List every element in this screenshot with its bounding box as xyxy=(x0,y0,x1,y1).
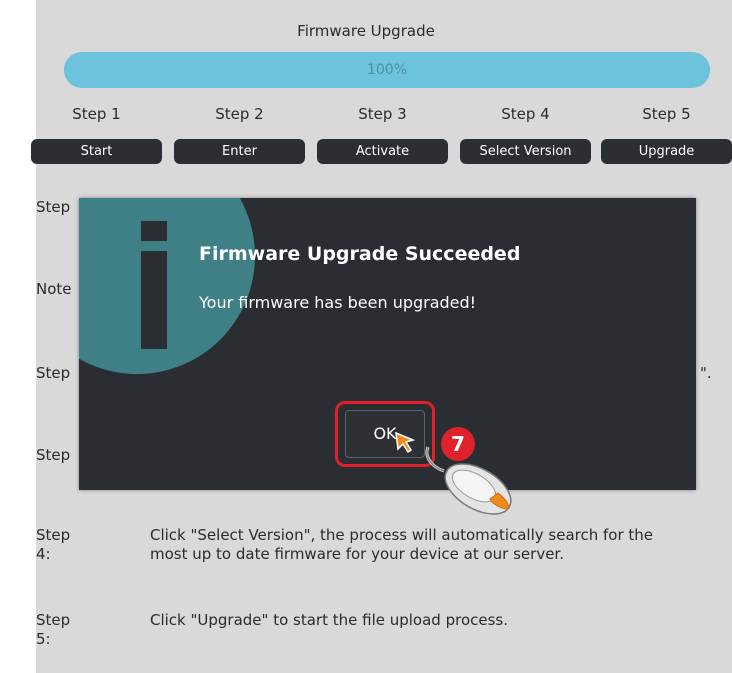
enter-button[interactable]: Enter xyxy=(174,139,305,164)
step-1-description: Step xyxy=(36,198,71,216)
dialog-message: Your firmware has been upgraded! xyxy=(199,293,477,312)
start-button[interactable]: Start xyxy=(31,139,162,164)
dialog-title: Firmware Upgrade Succeeded xyxy=(199,243,521,265)
step-4-instruction-label: Step 4: xyxy=(36,526,71,563)
step-2-description-end: ". xyxy=(700,364,712,382)
upgrade-button[interactable]: Upgrade xyxy=(601,139,732,164)
step-5-instruction-label: Step 5: xyxy=(36,611,71,648)
note-text: Note xyxy=(36,280,72,298)
step-5-label: Step 5 xyxy=(642,105,691,123)
step-5-instruction-text: Click "Upgrade" to start the file upload… xyxy=(150,611,509,629)
step-3-label: Step 3 xyxy=(358,105,407,123)
mouse-icon xyxy=(425,446,512,515)
activate-button[interactable]: Activate xyxy=(317,139,448,164)
step-4-label: Step 4 xyxy=(501,105,550,123)
step-2-label: Step 2 xyxy=(215,105,264,123)
info-icon-dot xyxy=(141,221,167,241)
info-icon-stem xyxy=(141,251,167,349)
step-1-label: Step 1 xyxy=(72,105,121,123)
select-version-button[interactable]: Select Version xyxy=(460,139,591,164)
step-3-description: Step xyxy=(36,446,71,464)
progress-percent: 100% xyxy=(366,62,408,78)
step-2-description: Step xyxy=(36,364,71,382)
cursor-icon xyxy=(395,431,416,454)
step-4-instruction-text: Click "Select Version", the process will… xyxy=(150,526,654,563)
info-icon xyxy=(79,198,255,374)
progress-bar: 100% xyxy=(64,52,710,88)
page-title: Firmware Upgrade xyxy=(297,22,435,40)
